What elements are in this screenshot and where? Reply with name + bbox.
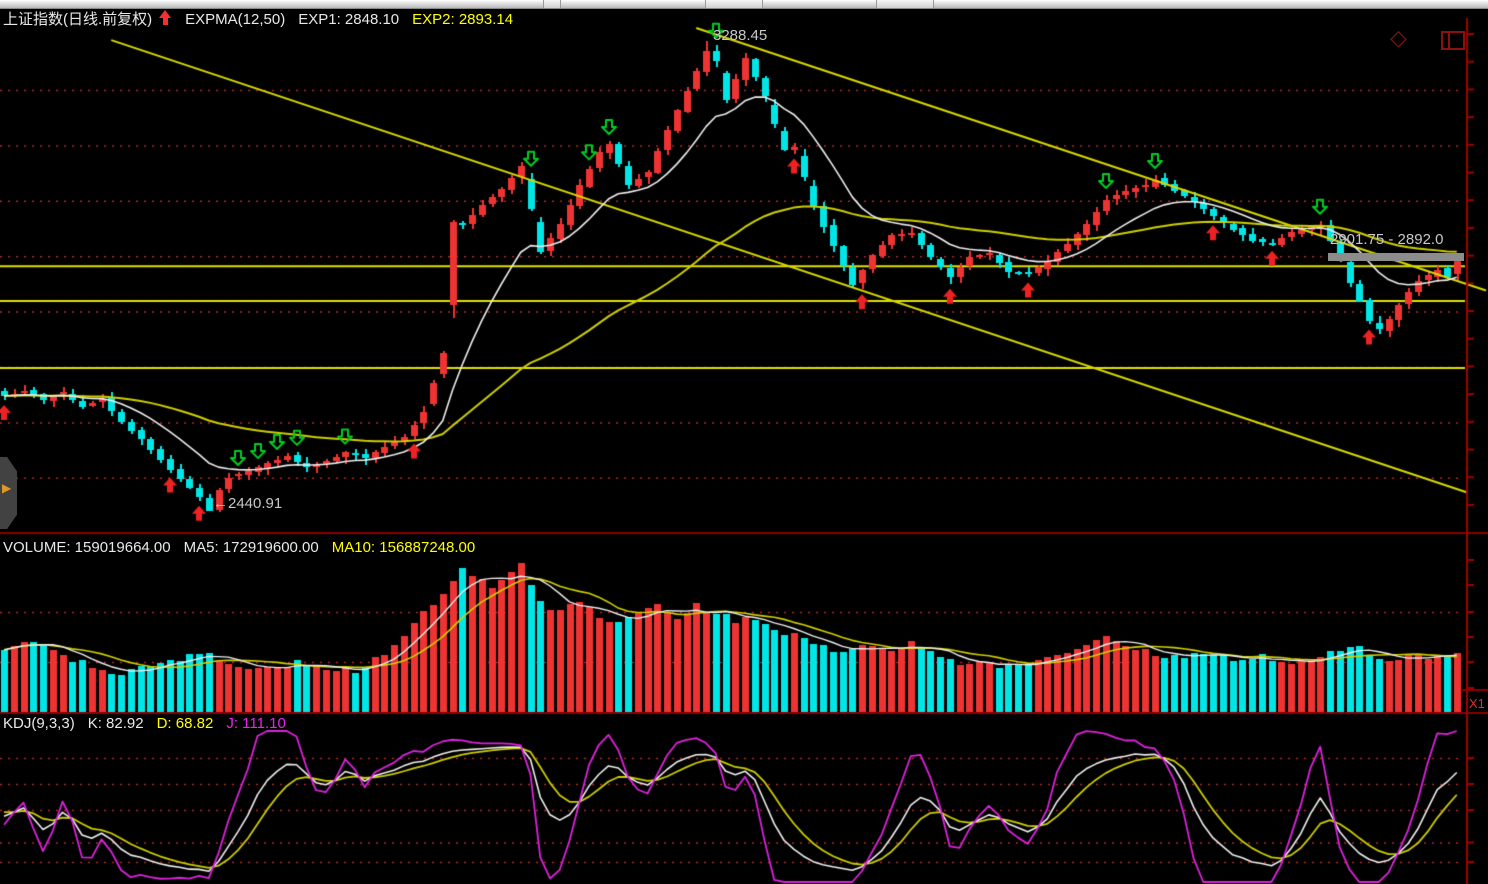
exp1-value: EXP1: 2848.10 [298,11,399,28]
split-window-divider [1448,33,1450,48]
current-price-label: 2901.75 - 2892.0 [1330,231,1443,248]
volume-ma5-value: MA5: 172919600.00 [184,539,319,556]
chart-canvas[interactable] [0,0,1488,884]
volume-header: VOLUME: 159019664.00 MA5: 172919600.00 MA1… [3,539,488,556]
exp2-value: EXP2: 2893.14 [412,11,513,28]
top-toolbar-strip [0,0,1488,9]
volume-value: VOLUME: 159019664.00 [3,539,171,556]
volume-ma10-value: MA10: 156887248.00 [332,539,475,556]
split-window-icon[interactable] [1441,31,1465,50]
kdj-d-value: D: 68.82 [157,715,214,732]
low-price-label: ←2440.91 [213,495,282,512]
main-chart-header: 上证指数(日线.前复权) EXPMA(12,50) EXP1: 2848.10 EXP… [3,10,526,28]
kdj-j-value: J: 111.10 [226,715,286,732]
peak-price-label: 3288.45 [713,27,767,44]
up-arrow-icon [158,10,172,26]
left-panel-toggle[interactable]: ▶ [0,457,17,529]
kdj-header: KDJ(9,3,3) K: 82.92 D: 68.82 J: 111.10 [3,715,299,732]
toolbar-segment [876,0,934,8]
kdj-k-value: K: 82.92 [88,715,144,732]
expand-right-icon: ▶ [2,481,11,495]
trading-app-window: 上证指数(日线.前复权) EXPMA(12,50) EXP1: 2848.10 EXP… [0,0,1488,884]
zoom-level-label[interactable]: X1 [1469,695,1485,712]
toolbar-segment [705,0,763,8]
toolbar-segment [543,0,561,8]
symbol-title: 上证指数(日线.前复权) [3,11,152,28]
indicator-label[interactable]: EXPMA(12,50) [185,11,285,28]
current-price-bar [1328,253,1464,261]
kdj-label[interactable]: KDJ(9,3,3) [3,715,75,732]
diamond-icon[interactable]: ◇ [1390,27,1407,49]
